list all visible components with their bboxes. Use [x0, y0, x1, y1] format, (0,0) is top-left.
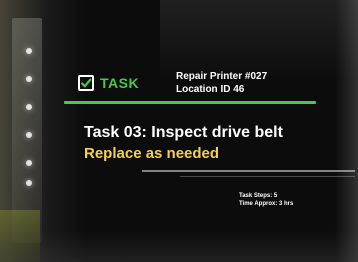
printer-upper-right [160, 0, 358, 80]
task-meta: Task Steps: 5 Time Approx: 3 hrs [239, 192, 293, 208]
printer-bottom [0, 230, 358, 262]
task-title: Task 03: Inspect drive belt [84, 124, 283, 141]
ar-hud-screen: TASK Repair Printer #027 Location ID 46 … [0, 0, 358, 262]
checkbox-check-icon [78, 75, 94, 91]
printer-rail-secondary [180, 176, 355, 177]
task-label: TASK [100, 75, 140, 91]
repair-info: Repair Printer #027 Location ID 46 [176, 70, 346, 96]
time-approx: Time Approx: 3 hrs [239, 201, 294, 207]
repair-line: Repair Printer #027 [176, 71, 268, 82]
header-divider [64, 101, 316, 104]
printer-rail [142, 170, 355, 172]
task-header: TASK [78, 72, 139, 94]
reflection-highlights [26, 48, 44, 188]
location-line: Location ID 46 [176, 84, 245, 95]
task-steps: Task Steps: 5 [239, 193, 278, 199]
printer-right-edge [335, 0, 358, 262]
task-subtitle: Replace as needed [84, 145, 220, 162]
